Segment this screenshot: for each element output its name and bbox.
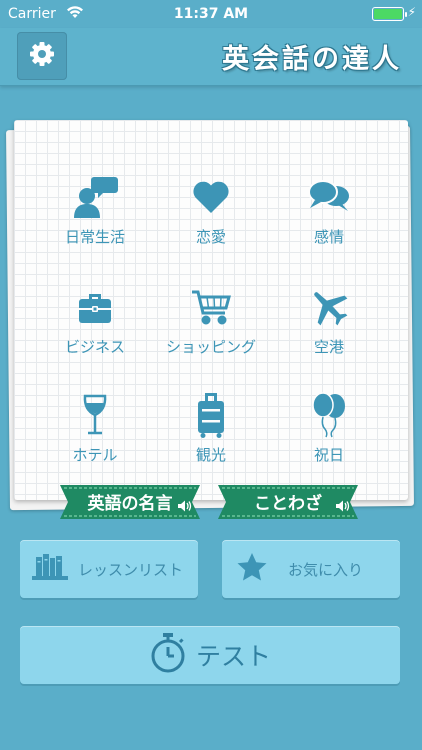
test-label: テスト [196,642,272,671]
category-airport[interactable]: 空港 [264,284,394,384]
category-emotions[interactable]: 感情 [264,174,394,274]
category-holidays[interactable]: 祝日 [264,392,394,492]
airplane-icon [304,284,354,330]
gear-icon [28,40,56,72]
settings-button[interactable] [17,32,67,80]
category-label: ホテル [72,446,118,464]
category-daily-life[interactable]: 日常生活 [30,174,160,274]
quotes-ribbon-button[interactable]: 英語の名言 [60,483,200,519]
category-label: ビジネス [64,338,125,356]
speaker-icon [336,497,350,517]
category-label: 観光 [195,446,226,464]
lesson-list-button[interactable]: レッスンリスト [20,540,198,598]
proverbs-ribbon-button[interactable]: ことわざ [218,483,358,519]
category-panel: 日常生活 恋愛 感情 ビジネス ショッピング 空港 ホテル 観光 祝日 [14,120,408,500]
books-icon [32,553,68,585]
category-romance[interactable]: 恋愛 [146,174,276,274]
wine-glass-icon [70,392,120,438]
category-label: 祝日 [313,446,344,464]
battery-icon [372,7,407,21]
category-label: ショッピング [165,338,256,356]
chat-bubbles-icon [304,174,354,220]
category-hotel[interactable]: ホテル [30,392,160,492]
favorites-button[interactable]: お気に入り [222,540,400,598]
clock: 11:37 AM [173,6,249,22]
ribbon-label: ことわざ [254,493,322,514]
category-label: 恋愛 [195,228,226,246]
category-label: 感情 [313,228,344,246]
category-sightseeing[interactable]: 観光 [146,392,276,492]
ribbon-label: 英語の名言 [87,493,173,514]
category-label: 空港 [313,338,344,356]
app-title: 英会話の達人 [222,44,402,75]
status-bar: Carrier 11:37 AM ⚡ [0,0,422,28]
person-speech-icon [70,174,120,220]
balloons-icon [304,392,354,438]
briefcase-icon [70,284,120,330]
star-icon [236,552,268,586]
shopping-cart-icon [186,284,236,330]
category-business[interactable]: ビジネス [30,284,160,384]
category-shopping[interactable]: ショッピング [146,284,276,384]
charging-icon: ⚡ [407,5,416,19]
lesson-list-label: レッスンリスト [78,560,184,579]
stopwatch-icon [150,632,186,678]
suitcase-icon [186,392,236,438]
speaker-icon [178,497,192,517]
header-bar: 英会話の達人 [0,28,422,86]
favorites-label: お気に入り [288,560,364,579]
heart-icon [186,174,236,220]
category-label: 日常生活 [64,228,125,246]
test-button[interactable]: テスト [20,626,400,684]
